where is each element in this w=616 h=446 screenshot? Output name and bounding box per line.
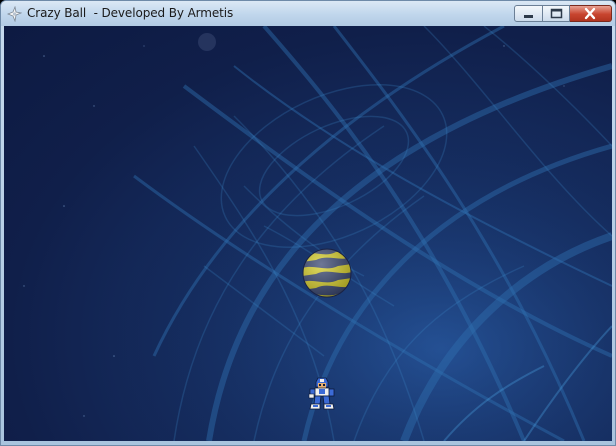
player-character [308, 377, 335, 410]
game-window: Crazy Ball - Developed By Armetis [0, 0, 616, 446]
close-button[interactable] [570, 5, 612, 22]
window-title: Crazy Ball - Developed By Armetis [27, 6, 234, 20]
minimize-icon [524, 15, 533, 18]
minimize-button[interactable] [514, 5, 543, 22]
game-canvas[interactable] [4, 26, 612, 441]
app-icon [6, 6, 22, 22]
maximize-icon [550, 8, 563, 19]
maximize-button[interactable] [543, 5, 570, 22]
close-icon [584, 7, 596, 20]
bouncing-ball [302, 248, 352, 298]
title-bar[interactable]: Crazy Ball - Developed By Armetis [1, 1, 615, 26]
